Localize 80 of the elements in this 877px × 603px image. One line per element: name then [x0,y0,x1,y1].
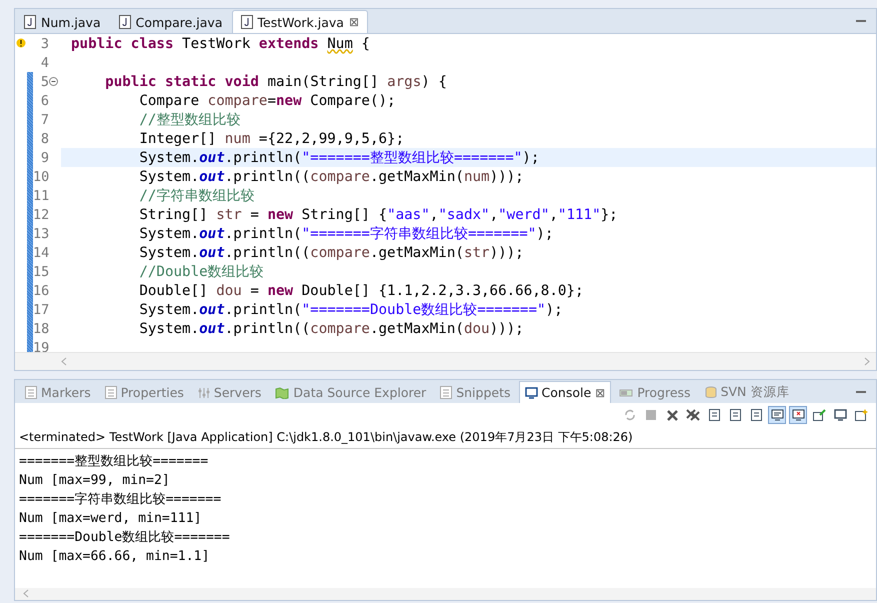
code-line: Double[] dou = new Double[] {1.1,2.2,3.3,66.66,8.0}; [138,282,584,298]
line-number: 14 [33,244,49,260]
code-line: System.out.println("=======整型数组比较======="); [138,149,540,167]
view-tab[interactable]: Console ⊠ [518,381,612,403]
console-output-line: =======字符串数组比较======= [19,491,222,509]
line-number: 9 [40,150,49,166]
line-number: 19 [33,340,49,352]
code-line: Compare compare=new Compare(); [138,92,396,108]
document-icon [440,386,452,399]
close-icon[interactable]: ⊠ [348,15,359,29]
servers-icon [198,386,210,398]
view-tab[interactable]: Snippets [434,381,517,403]
line-number: 8 [40,130,49,146]
console-output-line: =======Double数组比较======= [19,529,231,547]
code-line: //整型数组比较 [138,111,240,129]
minimize-icon[interactable] [856,390,866,392]
line-number: 3 [40,36,49,52]
document-icon [25,386,37,399]
console-output-line: Num [max=99, min=2] [19,472,171,490]
editor-tab[interactable]: Num.java [15,10,110,33]
view-tab[interactable]: Properties [98,381,190,403]
console-header: <terminated> TestWork [Java Application] C:\jdk1.8.0_101\bin\javaw.exe (2019年7月23日 下午5:08:26) [15,427,876,449]
line-number: 16 [33,282,49,298]
code-line: //字符串数组比较 [138,187,254,205]
line-number: 15 [33,264,49,280]
line-number: 6 [40,92,49,108]
code-line: Integer[] num ={22,2,99,9,5,6}; [138,130,404,146]
java-file-icon [24,15,36,29]
line-number: 4 [40,54,49,70]
console-output-line: Num [max=werd, min=111] [19,510,203,528]
view-tab[interactable]: Progress [613,381,697,403]
monitor-icon [770,409,784,421]
code-line: System.out.println("=======字符串数组比较======="); [138,225,554,243]
document-icon [730,409,740,421]
code-line: System.out.println((compare.getMaxMin(num))); [138,168,524,184]
map-icon [275,386,290,398]
code-line: System.out.println((compare.getMaxMin(dou))); [138,320,524,336]
pin-icon [812,409,826,421]
line-number: 12 [33,206,49,222]
sync-icon [624,409,636,421]
monitor-icon [834,409,846,421]
code-line: public static void main(String[] args) { [104,74,447,90]
editor-tab[interactable]: TestWork.java ⊠ [232,10,368,33]
monitor-icon [792,409,804,421]
view-tab[interactable]: Data Source Explorer [269,381,432,403]
line-number: 13 [33,226,49,242]
code-line: public class TestWork extends Num { [70,36,370,52]
new-window-icon [854,409,868,421]
console-output-line: Num [max=66.66, min=1.1] [19,548,211,566]
table-icon [104,386,117,399]
collapse-icon[interactable] [49,77,58,86]
document-icon [708,409,720,421]
view-tab[interactable]: SVN 资源库 [698,381,796,403]
code-line: System.out.println((compare.getMaxMin(str))); [138,244,524,260]
line-number: 10 [33,168,49,184]
document-icon [750,409,762,421]
monitor-icon [524,386,538,398]
line-number: 5 [40,74,49,90]
editor-tab[interactable]: Compare.java [110,10,232,33]
code-line: String[] str = new String[] {"aas","sadx","werd","111"}; [138,206,618,222]
code-line: //Double数组比较 [138,263,264,281]
toolbar-button[interactable] [768,406,786,424]
stop-icon [646,410,656,420]
close-icon[interactable]: ⊠ [595,386,606,400]
console-output-line: =======整型数组比较======= [19,453,210,471]
java-file-icon [240,15,252,29]
view-tab[interactable]: Markers [19,381,97,403]
close-icon [666,410,678,420]
line-number: 11 [33,188,49,204]
horizontal-scrollbar[interactable] [15,588,876,600]
double-close-icon [686,409,700,421]
toolbar-button[interactable] [789,406,807,424]
progress-icon [619,386,634,398]
java-file-icon [118,15,131,29]
line-number: 18 [33,320,49,336]
cylinder-icon [704,386,717,399]
code-line: System.out.println("=======Double数组比较======="); [138,301,563,319]
line-number: 17 [33,302,49,318]
view-tab[interactable]: Servers [192,381,268,403]
line-number: 7 [40,112,49,128]
